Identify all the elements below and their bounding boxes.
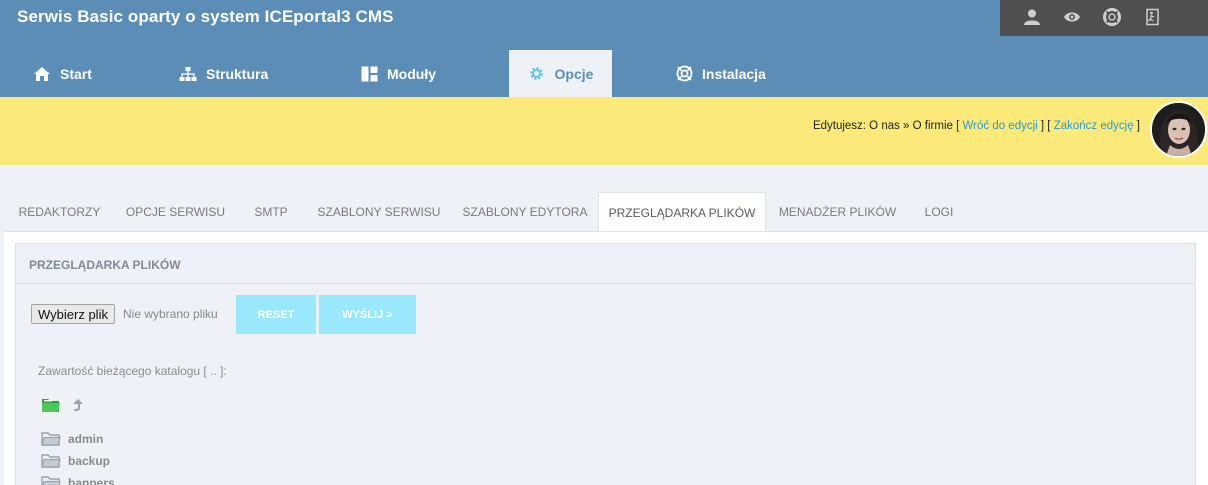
end-edit-link[interactable]: Zakończ edycję bbox=[1054, 120, 1134, 132]
nav-opcje[interactable]: Opcje bbox=[509, 50, 612, 97]
edit-info-suffix: ] bbox=[1133, 120, 1140, 132]
folder-item-admin[interactable]: admin bbox=[41, 430, 103, 448]
folder-item-banners[interactable]: banners bbox=[41, 474, 115, 485]
nav-start[interactable]: Start bbox=[33, 50, 92, 97]
gear-icon bbox=[528, 65, 546, 83]
top-header: Serwis Basic oparty o system ICEportal3 … bbox=[0, 0, 1208, 97]
eye-icon[interactable] bbox=[1061, 6, 1083, 28]
send-button[interactable]: WYŚLIJ > bbox=[319, 295, 416, 334]
folder-name: banners bbox=[68, 476, 115, 485]
edit-bar: Edytujesz: O nas » O firmie [ Wróć do ed… bbox=[0, 97, 1208, 165]
nav-instalacja-label: Instalacja bbox=[702, 65, 766, 82]
subtab-logi[interactable]: LOGI bbox=[909, 192, 969, 232]
subtab-szablony-edytora[interactable]: SZABLONY EDYTORA bbox=[452, 192, 598, 232]
nav-struktura-label: Struktura bbox=[206, 65, 269, 82]
home-icon bbox=[33, 65, 51, 83]
new-folder-icon[interactable] bbox=[40, 396, 62, 414]
sitemap-icon bbox=[179, 65, 197, 83]
current-directory-label: Zawartość bieżącego katalogu [ .. ]: bbox=[38, 364, 227, 378]
options-subtabs: REDAKTORZY OPCJE SERWISU SMTP SZABLONY S… bbox=[4, 192, 1208, 233]
subtab-szablony-serwisu[interactable]: SZABLONY SERWISU bbox=[306, 192, 452, 232]
subtab-przegladarka-plikow[interactable]: PRZEGLĄDARKA PLIKÓW bbox=[598, 192, 766, 233]
modules-icon bbox=[360, 65, 378, 83]
back-to-edit-link[interactable]: Wróć do edycji bbox=[963, 120, 1038, 132]
folder-item-backup[interactable]: backup bbox=[41, 452, 110, 470]
folder-icon bbox=[41, 454, 61, 468]
panel-header: PRZEGLĄDARKA PLIKÓW bbox=[16, 244, 1195, 284]
nav-moduly-label: Moduły bbox=[387, 65, 436, 82]
subtab-smtp[interactable]: SMTP bbox=[236, 192, 306, 232]
nav-struktura[interactable]: Struktura bbox=[179, 50, 268, 97]
edit-info: Edytujesz: O nas » O firmie [ Wróć do ed… bbox=[813, 120, 1140, 132]
subtab-menadzer-plikow[interactable]: MENADŻER PLIKÓW bbox=[766, 192, 909, 232]
folder-icon bbox=[41, 432, 61, 446]
folder-icon bbox=[41, 476, 61, 485]
install-icon bbox=[675, 65, 693, 83]
edit-info-mid: ] [ bbox=[1037, 120, 1054, 132]
up-directory-icon[interactable] bbox=[70, 396, 86, 414]
avatar[interactable] bbox=[1150, 101, 1207, 158]
panel-title: PRZEGLĄDARKA PLIKÓW bbox=[29, 258, 181, 272]
top-toolbar bbox=[1000, 0, 1208, 36]
user-icon[interactable] bbox=[1021, 6, 1043, 28]
subtab-redaktorzy[interactable]: REDAKTORZY bbox=[4, 192, 115, 232]
site-title: Serwis Basic oparty o system ICEportal3 … bbox=[17, 7, 394, 26]
edit-info-prefix: Edytujesz: O nas » O firmie [ bbox=[812, 120, 963, 132]
choose-file-button[interactable]: Wybierz plik bbox=[31, 304, 115, 324]
folder-name: admin bbox=[68, 432, 104, 446]
file-status: Nie wybrano pliku bbox=[123, 307, 218, 321]
nav-start-label: Start bbox=[60, 65, 92, 82]
nav-opcje-label: Opcje bbox=[554, 65, 594, 82]
nav-instalacja[interactable]: Instalacja bbox=[675, 50, 766, 97]
exit-icon[interactable] bbox=[1141, 6, 1163, 28]
subtab-opcje-serwisu[interactable]: OPCJE SERWISU bbox=[115, 192, 236, 232]
reset-button[interactable]: RESET bbox=[236, 295, 316, 334]
nav-moduly[interactable]: Moduły bbox=[360, 50, 436, 97]
main-nav: Start Struktura Moduły Opcje Instalacja bbox=[0, 50, 1208, 97]
lifebuoy-icon[interactable] bbox=[1101, 6, 1123, 28]
folder-name: backup bbox=[68, 454, 111, 468]
